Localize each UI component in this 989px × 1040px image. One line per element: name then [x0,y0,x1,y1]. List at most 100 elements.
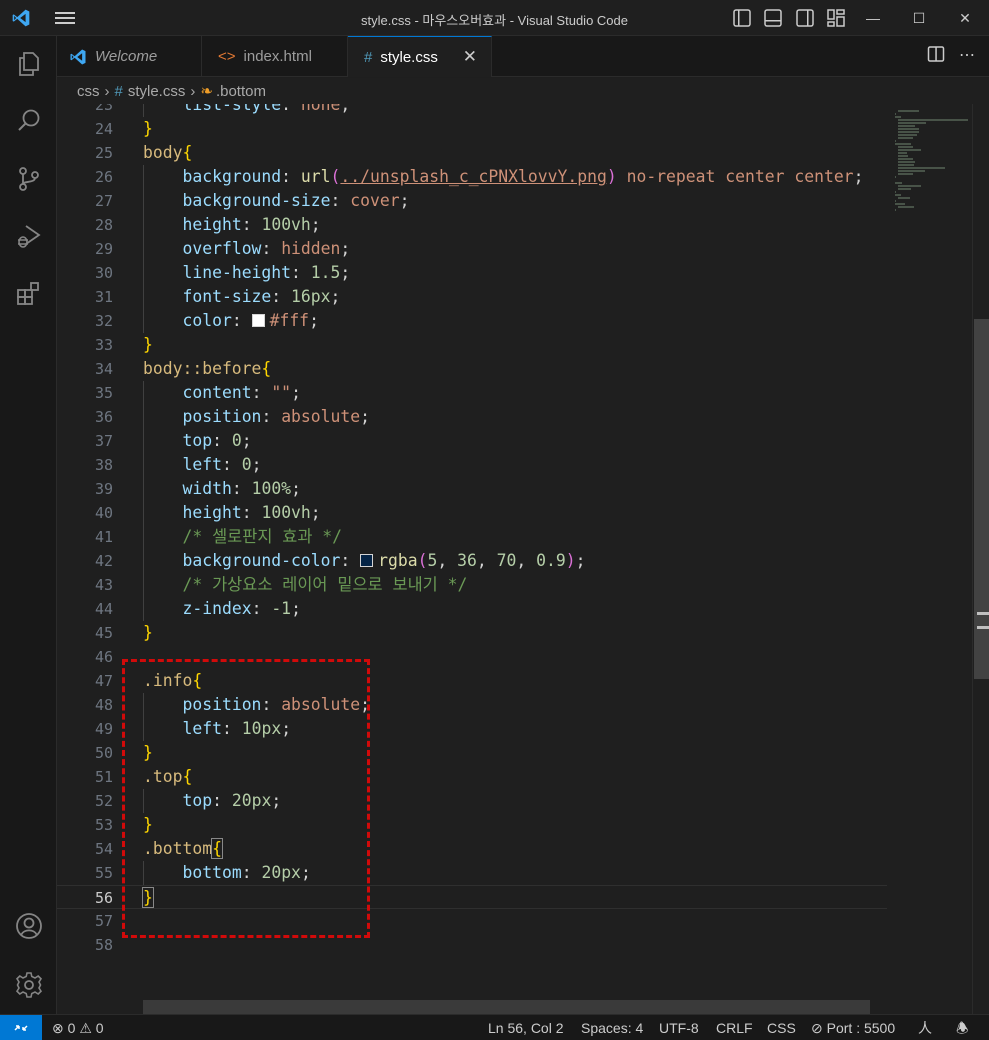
code-editor[interactable]: 23 list-style: none; 24} 25 body{26 backgro… [57,104,887,1014]
minimize-button[interactable]: — [853,6,893,30]
code-line[interactable]: 43 /* 가상요소 레이어 밑으로 보내기 */ [57,573,887,597]
code-line[interactable]: 36 position: absolute; [57,405,887,429]
feedback-icon[interactable]: 人 [918,1015,932,1040]
tab-label: index.html [243,48,312,65]
line-number: 30 [94,264,113,282]
code-line[interactable]: 28 height: 100vh; [57,213,887,237]
toggle-primary-sidebar-icon[interactable] [732,8,752,28]
problems-indicator[interactable]: ⊗ 0 ⚠ 0 [52,1015,104,1040]
scrollbar-thumb[interactable] [974,319,989,679]
code-text: body{ [143,143,193,162]
code-line[interactable]: 50} [57,741,887,765]
tab-style-css[interactable]: # style.css ✕ [348,36,492,77]
minimap-line [898,122,926,124]
color-swatch[interactable] [360,554,374,567]
code-line[interactable]: 39 width: 100%; [57,477,887,501]
minimap-line [895,116,901,118]
toggle-secondary-sidebar-icon[interactable] [795,8,815,28]
code-line[interactable]: 48 position: absolute; [57,693,887,717]
code-line[interactable]: 31 font-size: 16px; [57,285,887,309]
code-line[interactable]: 57 [57,909,887,933]
code-line[interactable]: 23 list-style: none; [57,104,887,117]
line-number: 44 [94,600,113,618]
toggle-panel-icon[interactable] [763,8,783,28]
minimap-line [898,188,912,190]
code-line[interactable]: 45} [57,621,887,645]
code-line[interactable]: 51 .top{ [57,765,887,789]
line-number: 43 [94,576,113,594]
minimap[interactable] [887,104,972,1014]
code-line[interactable]: 25 body{ [57,141,887,165]
line-number: 35 [94,384,113,402]
code-text: .top{ [143,767,193,786]
horizontal-scrollbar[interactable] [143,1000,870,1014]
vertical-scrollbar[interactable] [972,104,989,1014]
cursor-position[interactable]: Ln 56, Col 2 [488,1015,564,1040]
code-line[interactable]: 52 top: 20px; [57,789,887,813]
line-number: 32 [94,312,113,330]
code-line[interactable]: 34 body::before{ [57,357,887,381]
indentation[interactable]: Spaces: 4 [581,1015,643,1040]
encoding[interactable]: UTF-8 [659,1015,699,1040]
code-line[interactable]: 35 content: ""; [57,381,887,405]
code-line[interactable]: 26 background: url(../unsplash_c_cPNXlov… [57,165,887,189]
accounts-button[interactable] [0,902,57,950]
close-window-button[interactable]: ✕ [945,6,985,30]
line-number: 27 [94,192,113,210]
manage-button[interactable] [0,961,57,1009]
language-mode[interactable]: CSS [767,1015,796,1040]
minimap-line [895,194,901,196]
code-text: } [143,119,153,138]
code-line[interactable]: 46 [57,645,887,669]
code-text: height: 100vh; [182,503,321,522]
breadcrumb-symbol[interactable]: .bottom [216,83,266,100]
code-line[interactable]: 38 left: 0; [57,453,887,477]
code-text: background-size: cover; [182,191,410,210]
line-number: 52 [94,792,113,810]
code-text: /* 셀로판지 효과 */ [182,527,343,546]
customize-layout-icon[interactable] [826,8,846,28]
minimap-line [895,182,903,184]
close-tab-icon[interactable]: ✕ [463,47,477,67]
run-debug-button[interactable] [0,212,57,260]
extensions-button[interactable] [0,270,57,318]
more-actions-icon[interactable]: ⋯ [959,45,975,65]
tab-index-html[interactable]: <> index.html [202,36,348,77]
code-line[interactable]: 24} [57,117,887,141]
code-line[interactable]: 41 /* 셀로판지 효과 */ [57,525,887,549]
bell-icon[interactable]: 🕭 [956,1015,969,1040]
code-line[interactable]: 53} [57,813,887,837]
breadcrumb-folder[interactable]: css [77,83,100,100]
code-line[interactable]: 42 background-color: rgba(5, 36, 70, 0.9… [57,549,887,573]
split-editor-icon[interactable] [927,45,945,63]
code-line[interactable]: 29 overflow: hidden; [57,237,887,261]
tab-welcome[interactable]: Welcome [57,36,202,77]
code-line[interactable]: 33} [57,333,887,357]
explorer-button[interactable] [0,40,57,88]
code-line[interactable]: 49 left: 10px; [57,717,887,741]
code-line[interactable]: 37 top: 0; [57,429,887,453]
code-line[interactable]: 40 height: 100vh; [57,501,887,525]
breadcrumb-file[interactable]: style.css [128,83,186,100]
code-line[interactable]: 44 z-index: -1; [57,597,887,621]
minimap-line [898,161,915,163]
code-line[interactable]: 30 line-height: 1.5; [57,261,887,285]
end-of-line[interactable]: CRLF [716,1015,753,1040]
minimap-line [898,152,907,154]
maximize-button[interactable]: ☐ [899,6,939,30]
code-line[interactable]: 47 .info{ [57,669,887,693]
code-line[interactable]: 58 [57,933,887,957]
line-number: 54 [94,840,113,858]
search-button[interactable] [0,97,57,145]
title-bar: style.css - 마우스오버효과 - Visual Studio Code… [0,0,989,36]
code-line[interactable]: 32 color: #fff; [57,309,887,333]
code-line[interactable]: 54 .bottom{ [57,837,887,861]
live-server-port[interactable]: ⊘ Port : 5500 [811,1015,895,1040]
code-line[interactable]: 55 bottom: 20px; [57,861,887,885]
scroll-marker [977,612,989,615]
color-swatch[interactable] [251,314,265,327]
remote-button[interactable] [0,1015,42,1040]
source-control-button[interactable] [0,155,57,203]
code-line[interactable]: 56} [57,885,887,909]
code-line[interactable]: 27 background-size: cover; [57,189,887,213]
